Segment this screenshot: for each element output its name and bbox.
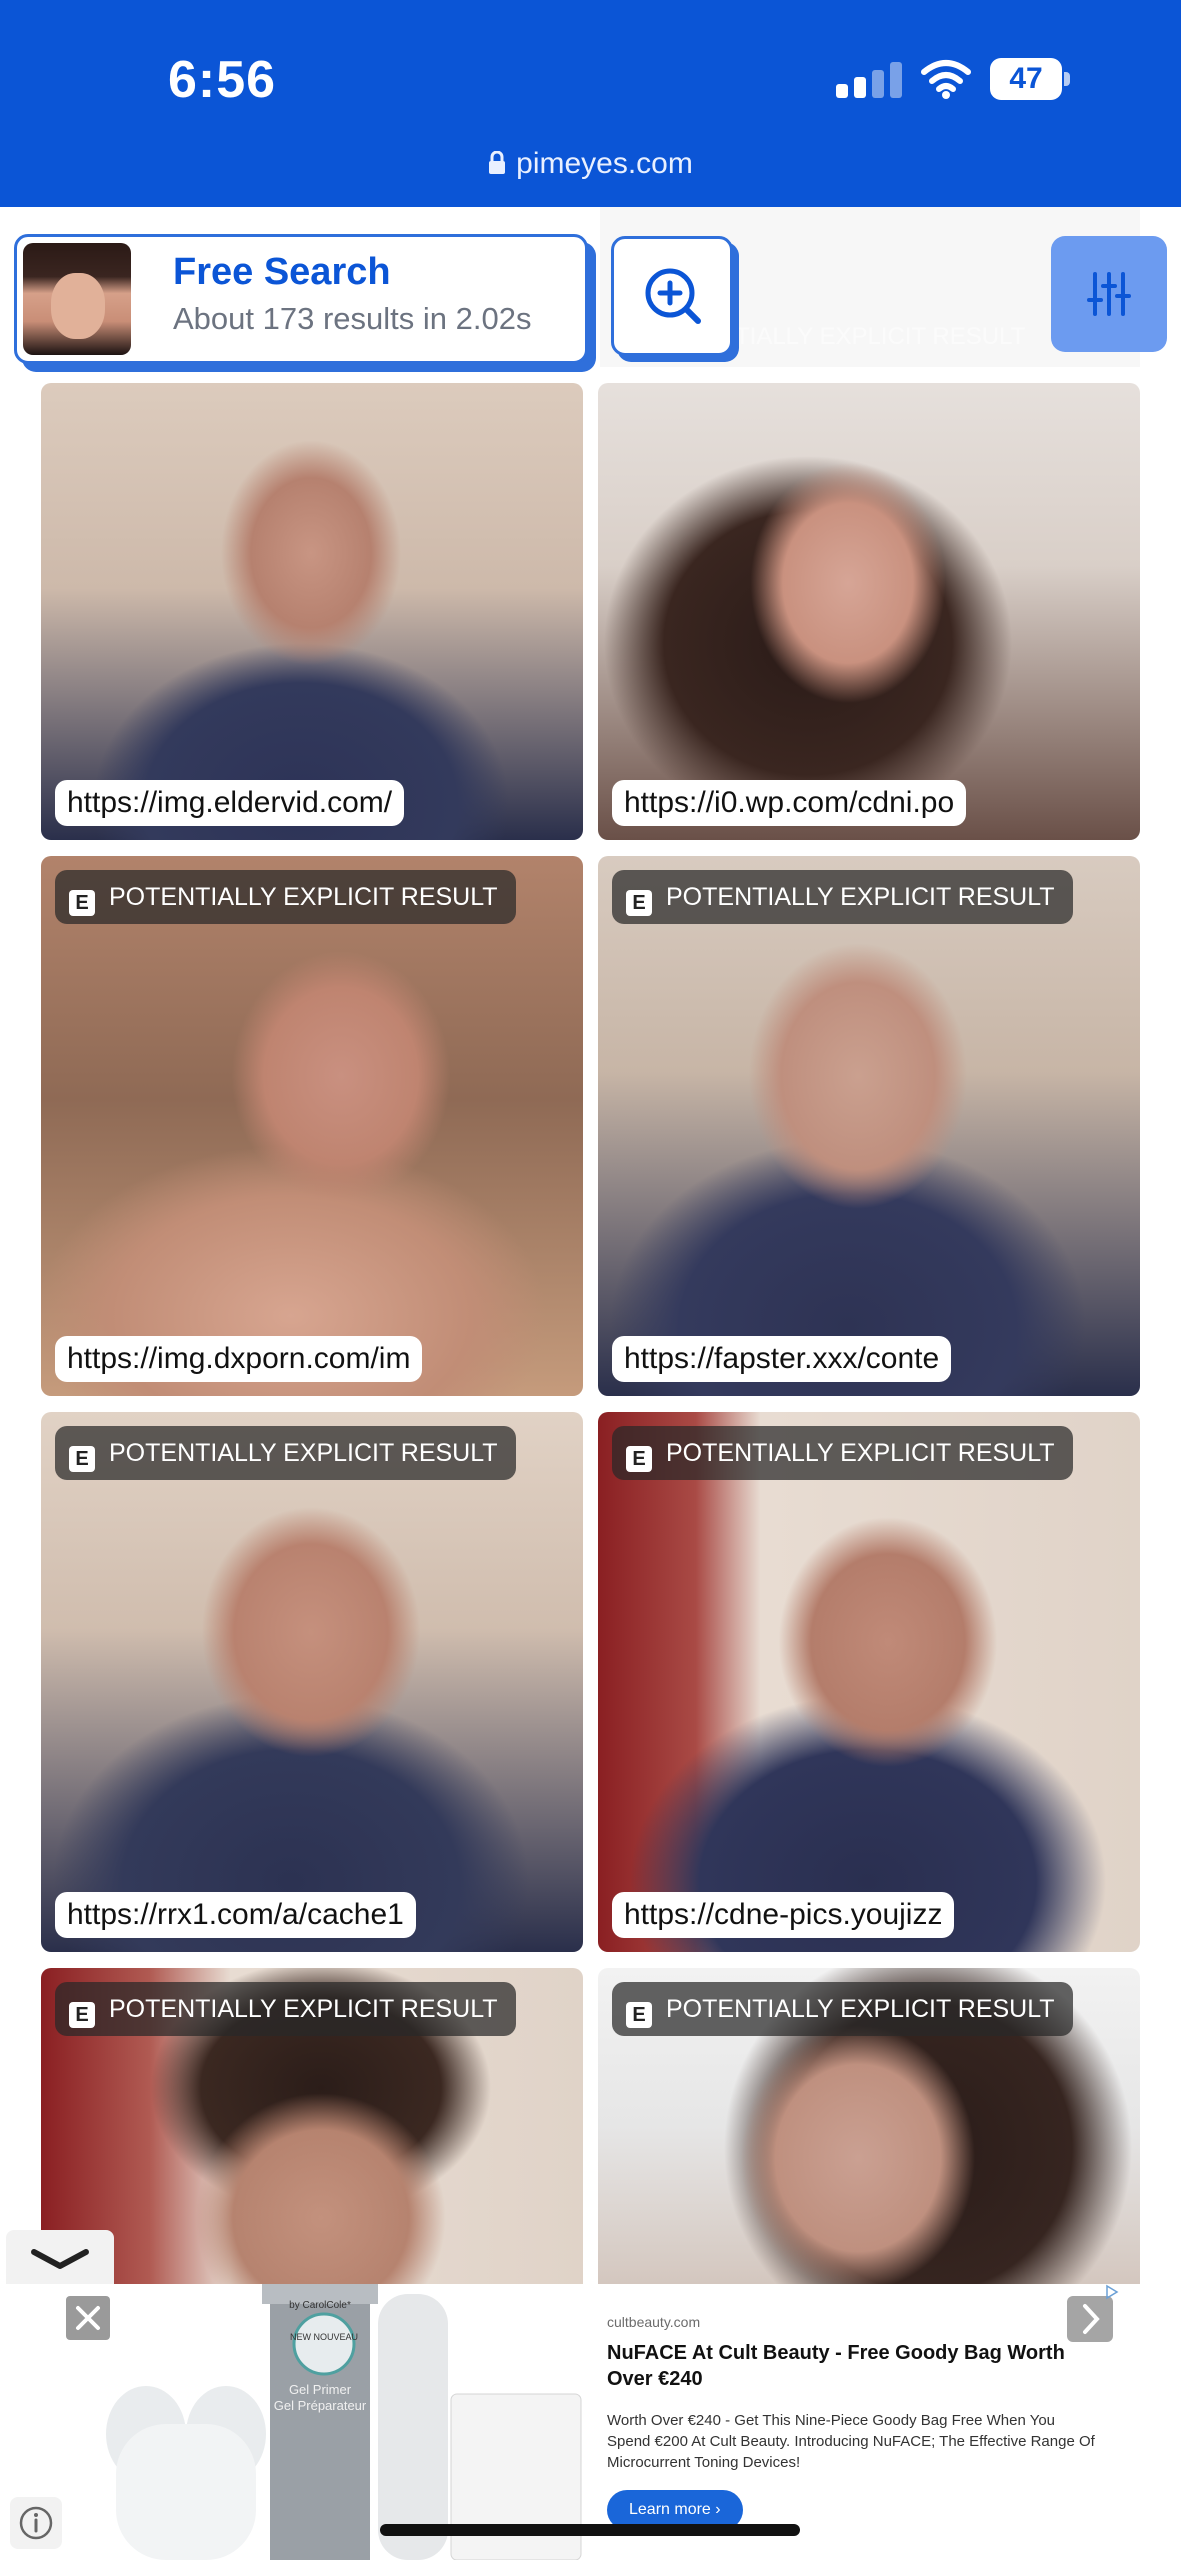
- close-icon: [76, 2306, 100, 2330]
- explicit-e-icon: E: [626, 2002, 652, 2028]
- clock-time: 6:56: [168, 51, 277, 109]
- explicit-badge: E POTENTIALLY EXPLICIT RESULT: [612, 1982, 1073, 2036]
- explicit-e-icon: E: [69, 2002, 95, 2028]
- explicit-badge: E POTENTIALLY EXPLICIT RESULT: [55, 1982, 516, 2036]
- adchoices-icon[interactable]: [1104, 2284, 1120, 2300]
- result-url[interactable]: https://img.dxporn.com/im: [55, 1336, 423, 1382]
- search-summary-card[interactable]: Free Search About 173 results in 2.02s: [14, 234, 588, 364]
- chevron-right-small-icon: ›: [715, 2501, 721, 2518]
- result-image: [598, 856, 1140, 1396]
- explicit-badge: E POTENTIALLY EXPLICIT RESULT: [612, 1426, 1073, 1480]
- explicit-e-icon: E: [69, 890, 95, 916]
- explicit-e-icon: E: [626, 1446, 652, 1472]
- result-card[interactable]: E POTENTIALLY EXPLICIT RESULT: [41, 1968, 583, 2284]
- result-url[interactable]: https://cdne-pics.youjizz: [612, 1892, 955, 1938]
- ad-info-button[interactable]: [10, 2497, 62, 2549]
- explicit-badge-label: POTENTIALLY EXPLICIT RESULT: [666, 883, 1055, 911]
- lock-icon: [489, 151, 506, 174]
- result-card[interactable]: E POTENTIALLY EXPLICIT RESULT https://cdn…: [598, 1412, 1140, 1952]
- explicit-badge: E POTENTIALLY EXPLICIT RESULT: [612, 870, 1073, 924]
- ghost-badge-label: TIALLY EXPLICIT RESULT: [735, 323, 1026, 350]
- cellular-signal-icon: [836, 62, 902, 98]
- filter-sliders-icon: [1087, 272, 1131, 316]
- filter-button[interactable]: [1051, 236, 1167, 352]
- result-card[interactable]: https://i0.wp.com/cdni.po: [598, 383, 1140, 840]
- page-url: pimeyes.com: [516, 147, 693, 180]
- info-icon: [19, 2506, 53, 2540]
- result-card[interactable]: E POTENTIALLY EXPLICIT RESULT: [598, 1968, 1140, 2284]
- search-title: Free Search: [173, 251, 391, 293]
- explicit-badge-label: POTENTIALLY EXPLICIT RESULT: [109, 1439, 498, 1467]
- ad-product-badge: NEW NOUVEAU: [290, 2332, 358, 2342]
- ad-product-text-2: Gel Préparateur: [274, 2398, 367, 2413]
- result-card[interactable]: E POTENTIALLY EXPLICIT RESULT https://rrx…: [41, 1412, 583, 1952]
- ad-brand-sub: by CarolCole*: [289, 2300, 351, 2311]
- result-image: [598, 383, 1140, 840]
- explicit-badge: E POTENTIALLY EXPLICIT RESULT: [55, 870, 516, 924]
- ad-cta-label: Learn more: [629, 2501, 711, 2518]
- chevron-down-icon: [31, 2249, 89, 2269]
- status-bar: 6:56 47 pimeyes.com: [0, 0, 1181, 207]
- result-url[interactable]: https://fapster.xxx/conte: [612, 1336, 952, 1382]
- result-image: [598, 1412, 1140, 1952]
- zoom-plus-icon: [645, 268, 701, 324]
- search-result-count: About 173 results in 2.02s: [173, 301, 532, 336]
- result-card[interactable]: https://img.eldervid.com/: [41, 383, 583, 840]
- result-card[interactable]: E POTENTIALLY EXPLICIT RESULT https://fap…: [598, 856, 1140, 1396]
- ad-product-text-1: Gel Primer: [289, 2382, 352, 2397]
- result-url[interactable]: https://img.eldervid.com/: [55, 780, 405, 826]
- explicit-badge-label: POTENTIALLY EXPLICIT RESULT: [109, 883, 498, 911]
- result-card[interactable]: E POTENTIALLY EXPLICIT RESULT https://img…: [41, 856, 583, 1396]
- ad-next-button[interactable]: [1067, 2296, 1113, 2342]
- ad-close-button[interactable]: [66, 2296, 110, 2340]
- ad-domain: cultbeauty.com: [607, 2314, 701, 2330]
- explicit-badge-label: POTENTIALLY EXPLICIT RESULT: [666, 1995, 1055, 2023]
- home-indicator[interactable]: [380, 2524, 800, 2536]
- chevron-right-icon: [1083, 2304, 1100, 2334]
- zoom-search-button[interactable]: [611, 236, 733, 356]
- ad-banner[interactable]: NEW NOUVEAU by CarolCole* Gel Primer Gel…: [0, 2284, 1181, 2561]
- explicit-badge-label: POTENTIALLY EXPLICIT RESULT: [666, 1439, 1055, 1467]
- result-url[interactable]: https://i0.wp.com/cdni.po: [612, 780, 967, 826]
- nuface-product-illustration: NEW NOUVEAU by CarolCole* Gel Primer Gel…: [106, 2284, 582, 2561]
- ad-product-image: NEW NOUVEAU by CarolCole* Gel Primer Gel…: [56, 2284, 586, 2561]
- wifi-icon: [921, 60, 971, 99]
- result-image: [41, 856, 583, 1396]
- explicit-badge: E POTENTIALLY EXPLICIT RESULT: [55, 1426, 516, 1480]
- address-bar[interactable]: pimeyes.com: [0, 147, 1181, 181]
- result-image: [41, 1412, 583, 1952]
- ad-collapse-button[interactable]: [6, 2230, 114, 2286]
- ad-description: Worth Over €240 - Get This Nine-Piece Go…: [607, 2412, 1095, 2471]
- explicit-e-icon: E: [626, 890, 652, 916]
- explicit-e-icon: E: [69, 1446, 95, 1472]
- ad-title[interactable]: NuFACE At Cult Beauty - Free Goody Bag W…: [607, 2340, 1087, 2392]
- result-image: [41, 383, 583, 840]
- result-url[interactable]: https://rrx1.com/a/cache1: [55, 1892, 416, 1938]
- query-face-thumbnail: [23, 243, 131, 355]
- explicit-badge-label: POTENTIALLY EXPLICIT RESULT: [109, 1995, 498, 2023]
- battery-level: 47: [1009, 62, 1043, 95]
- battery-icon: 47: [990, 58, 1072, 100]
